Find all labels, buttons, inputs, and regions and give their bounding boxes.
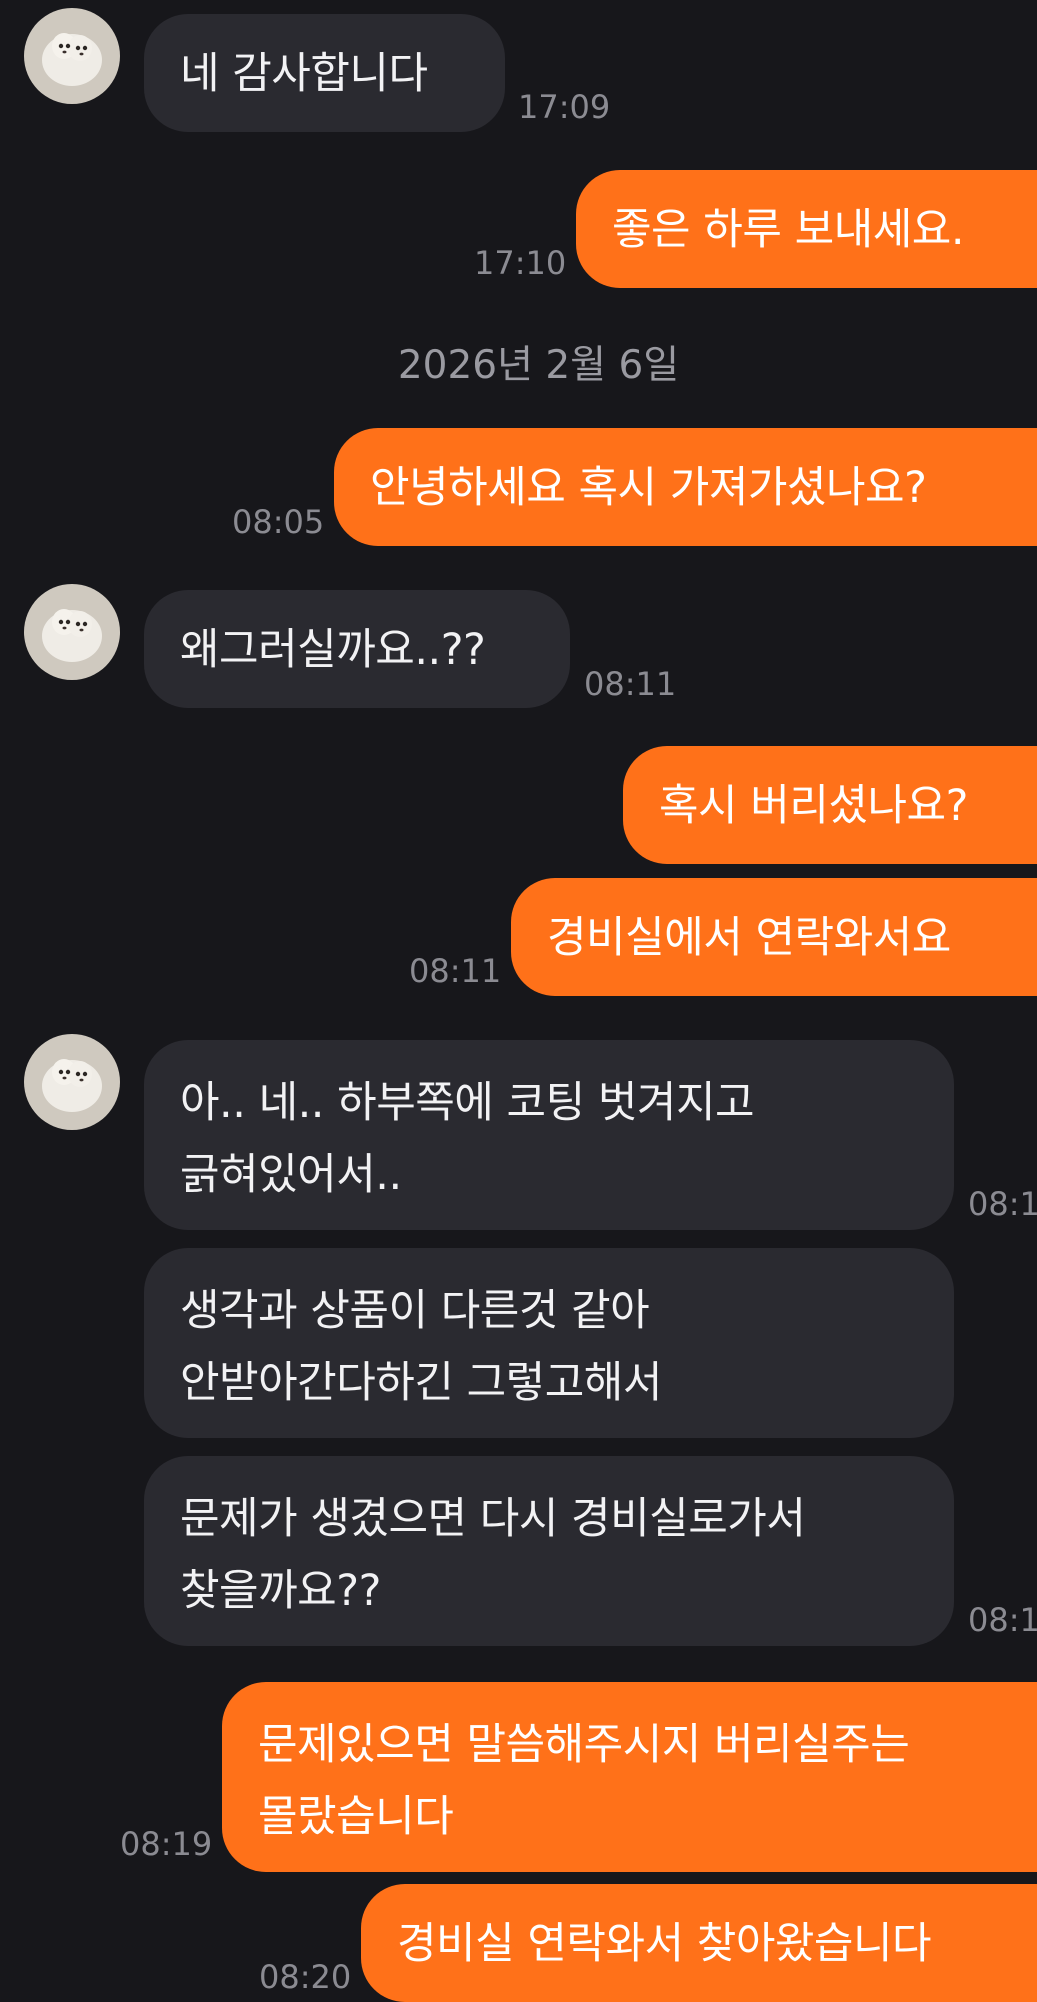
message-line: 긁혀있어서.. [180,1150,402,1200]
message-time: 08:19 [120,1825,213,1863]
sender-avatar[interactable] [24,8,120,104]
incoming-message[interactable]: 왜그러실까요..?? [144,590,570,708]
message-time: 08:1 [968,1185,1037,1223]
outgoing-message[interactable]: 혹시 버리셨나요? [623,746,1037,864]
outgoing-message[interactable]: 좋은 하루 보내세요. [576,170,1037,288]
message-time: 08:1 [968,1601,1037,1639]
message-text: 경비실 연락와서 찾아왔습니다 [397,1919,932,1969]
message-text: 안녕하세요 혹시 가져가셨나요? [370,463,927,513]
date-separator: 2026년 2월 6일 [397,343,680,388]
message-text: 네 감사합니다 [180,49,428,99]
puppy-avatar-icon [24,1034,120,1130]
sender-avatar[interactable] [24,584,120,680]
message-line: 찾을까요?? [180,1566,381,1616]
message-time: 08:11 [584,665,677,703]
incoming-message[interactable]: 생각과 상품이 다른것 같아 안받아간다하긴 그렇고해서 [144,1248,954,1438]
message-time: 17:10 [474,244,567,282]
message-text: 좋은 하루 보내세요. [612,205,965,255]
message-line: 생각과 상품이 다른것 같아 [180,1286,650,1336]
message-line: 몰랐습니다 [258,1792,454,1842]
outgoing-message[interactable]: 안녕하세요 혹시 가져가셨나요? [334,428,1037,546]
message-line: 문제가 생겼으면 다시 경비실로가서 [180,1494,806,1544]
message-time: 08:11 [409,952,502,990]
puppy-avatar-icon [24,8,120,104]
message-time: 17:09 [518,88,611,126]
outgoing-message[interactable]: 문제있으면 말씀해주시지 버리실주는 몰랐습니다 [222,1682,1037,1872]
message-time: 08:05 [232,503,325,541]
incoming-message[interactable]: 문제가 생겼으면 다시 경비실로가서 찾을까요?? [144,1456,954,1646]
message-time: 08:20 [259,1958,352,1996]
message-line: 안받아간다하긴 그렇고해서 [180,1358,662,1408]
message-line: 문제있으면 말씀해주시지 버리실주는 [258,1720,910,1770]
puppy-avatar-icon [24,584,120,680]
outgoing-message[interactable]: 경비실 연락와서 찾아왔습니다 [361,1884,1037,2002]
message-text: 혹시 버리셨나요? [659,781,968,831]
outgoing-message[interactable]: 경비실에서 연락와서요 [511,878,1037,996]
incoming-message[interactable]: 네 감사합니다 [144,14,505,132]
incoming-message[interactable]: 아.. 네.. 하부쪽에 코팅 벗겨지고 긁혀있어서.. [144,1040,954,1230]
message-text: 경비실에서 연락와서요 [547,913,951,963]
message-text: 왜그러실까요..?? [180,625,486,675]
message-line: 아.. 네.. 하부쪽에 코팅 벗겨지고 [180,1078,755,1128]
sender-avatar[interactable] [24,1034,120,1130]
